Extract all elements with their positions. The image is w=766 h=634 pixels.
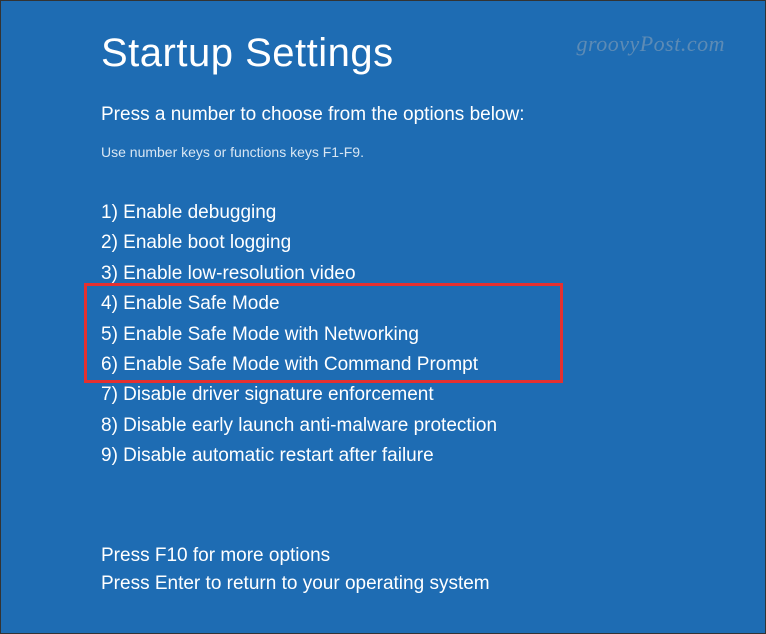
- option-1-enable-debugging[interactable]: 1) Enable debugging: [101, 198, 665, 228]
- options-list: 1) Enable debugging 2) Enable boot loggi…: [101, 198, 665, 472]
- option-4-enable-safe-mode[interactable]: 4) Enable Safe Mode: [101, 289, 665, 319]
- option-8-disable-anti-malware[interactable]: 8) Disable early launch anti-malware pro…: [101, 411, 665, 441]
- option-6-enable-safe-mode-command-prompt[interactable]: 6) Enable Safe Mode with Command Prompt: [101, 350, 665, 380]
- option-3-enable-low-resolution-video[interactable]: 3) Enable low-resolution video: [101, 259, 665, 289]
- hint-text: Use number keys or functions keys F1-F9.: [101, 144, 665, 160]
- footer-more-options: Press F10 for more options: [101, 542, 665, 571]
- instruction-text: Press a number to choose from the option…: [101, 104, 665, 126]
- option-2-enable-boot-logging[interactable]: 2) Enable boot logging: [101, 228, 665, 258]
- watermark-text: groovyPost.com: [576, 31, 725, 57]
- startup-settings-screen: Startup Settings Press a number to choos…: [1, 1, 765, 619]
- option-7-disable-driver-signature[interactable]: 7) Disable driver signature enforcement: [101, 380, 665, 410]
- footer-instructions: Press F10 for more options Press Enter t…: [101, 542, 665, 599]
- option-9-disable-auto-restart[interactable]: 9) Disable automatic restart after failu…: [101, 441, 665, 471]
- option-5-enable-safe-mode-networking[interactable]: 5) Enable Safe Mode with Networking: [101, 320, 665, 350]
- footer-return: Press Enter to return to your operating …: [101, 570, 665, 599]
